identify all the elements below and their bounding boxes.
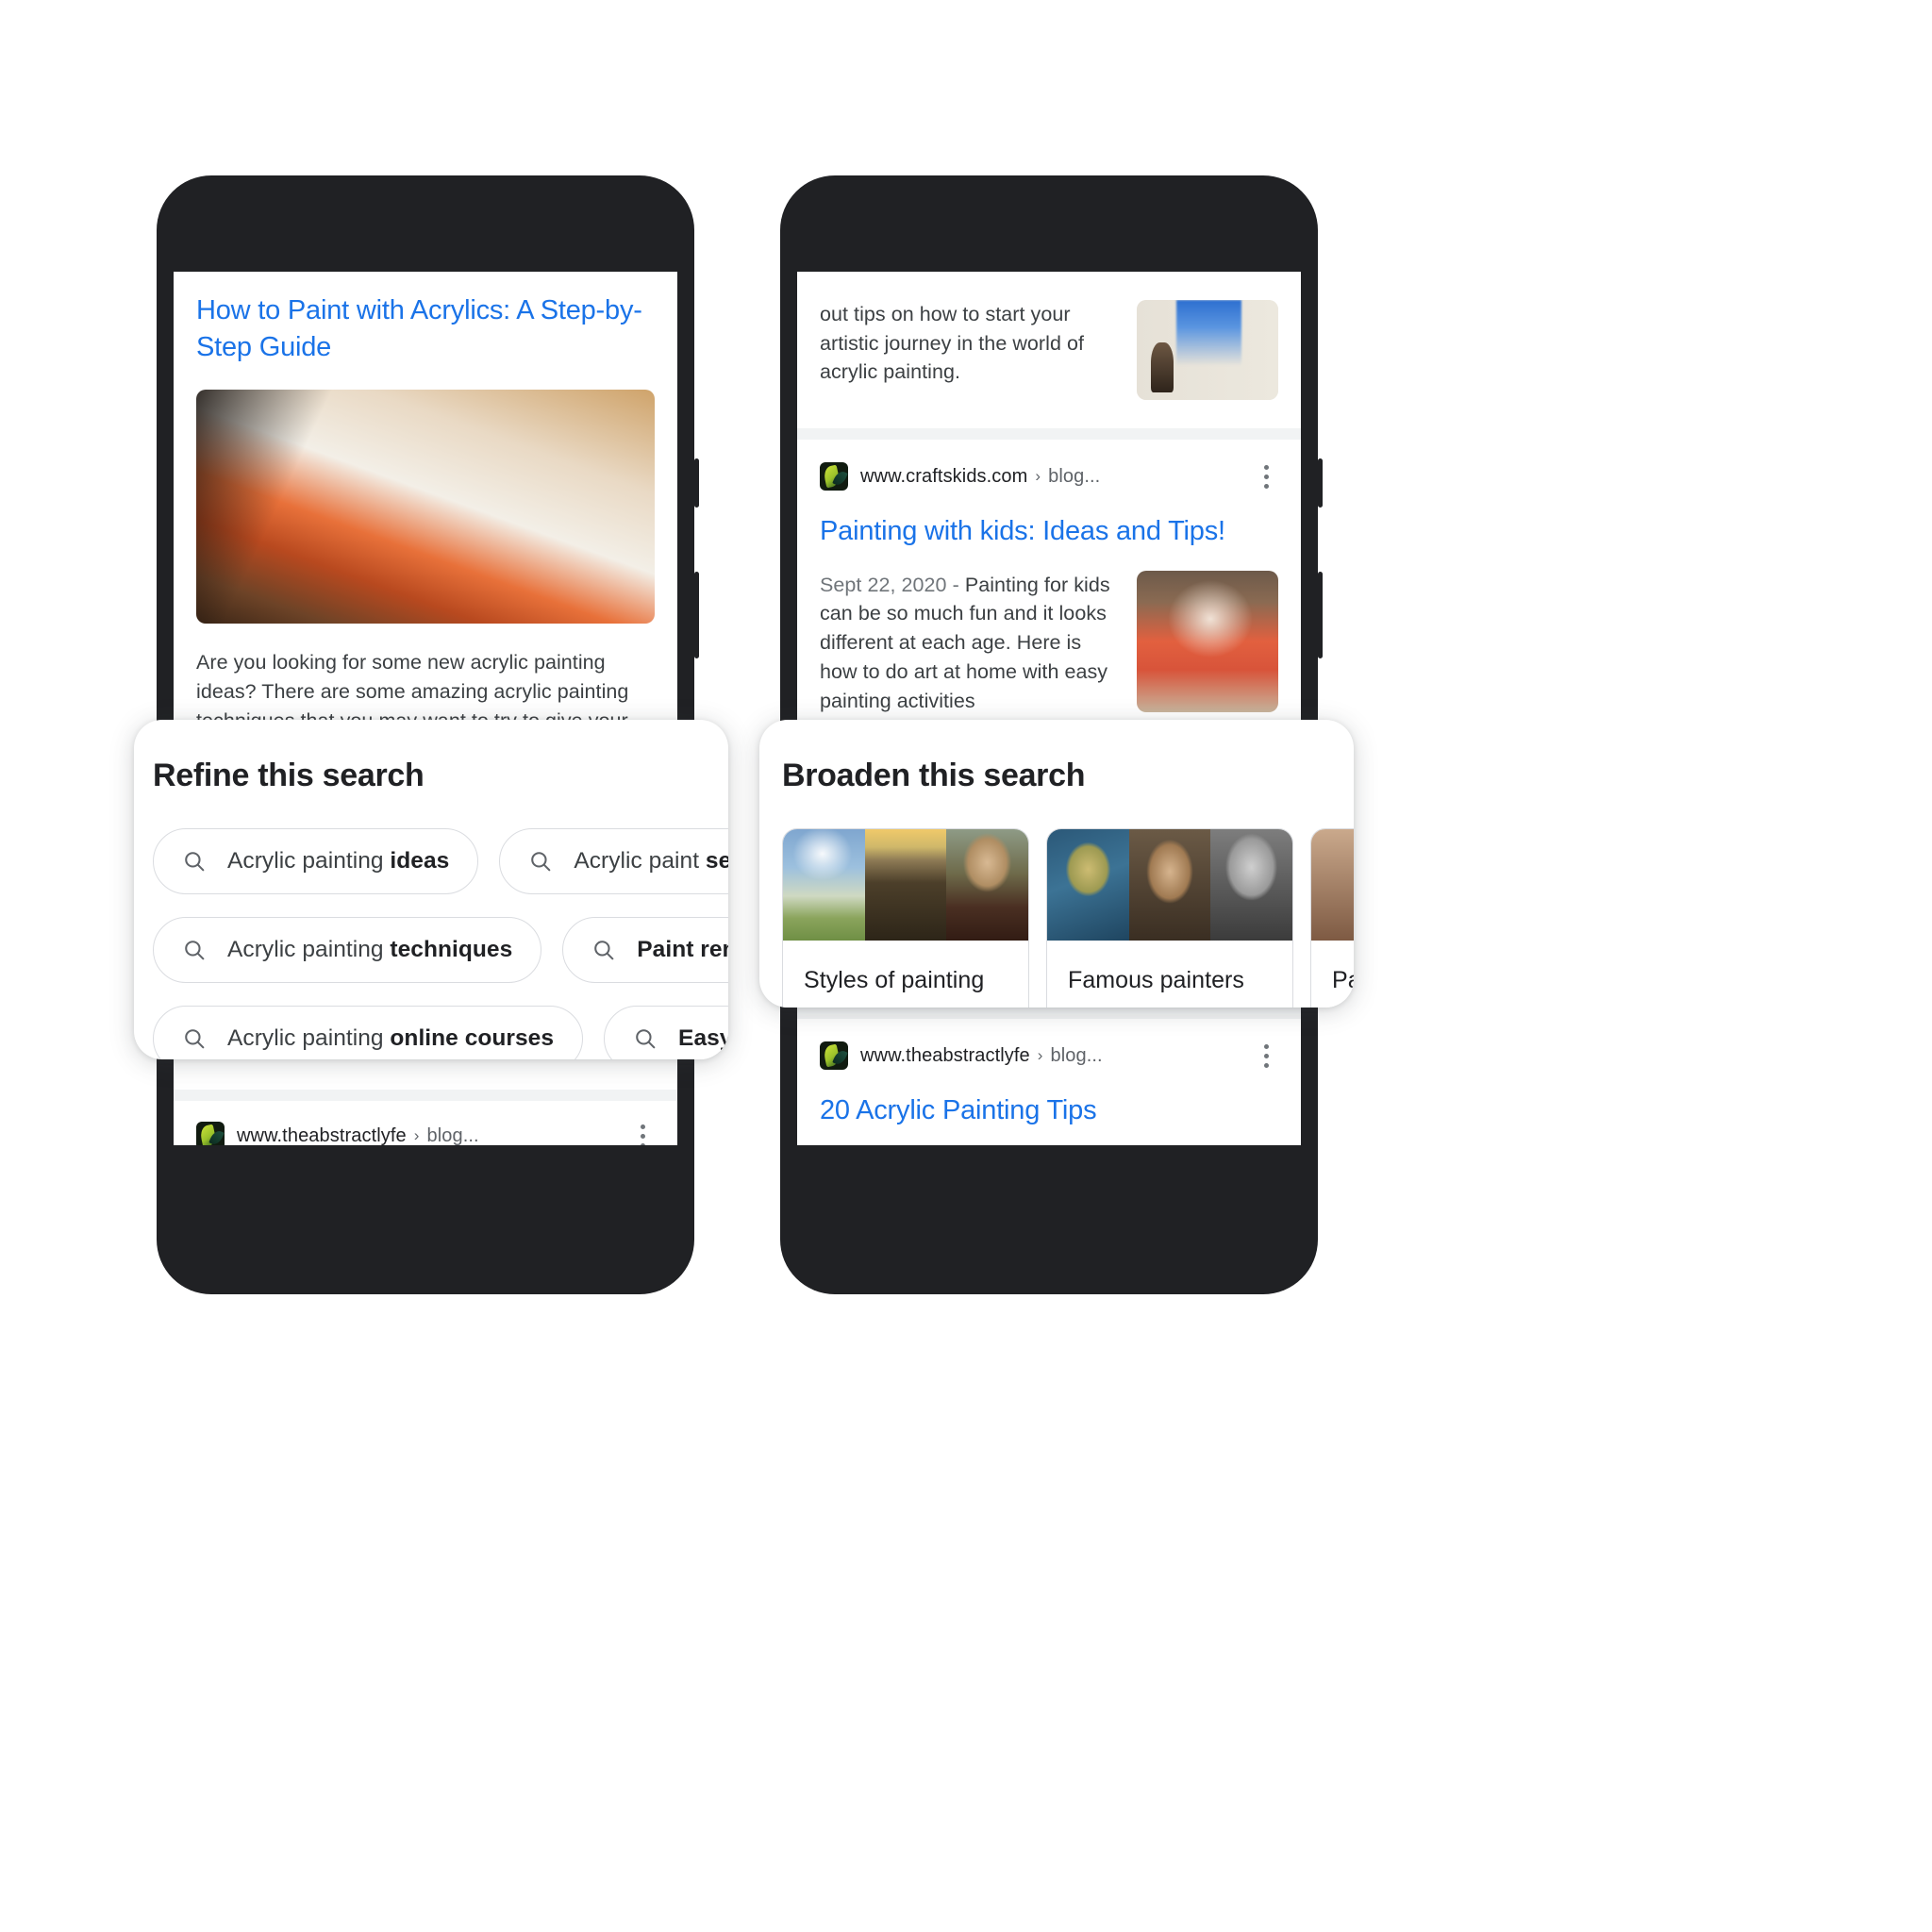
search-result-20-tips-right[interactable]: www.theabstractlyfe › blog... 20 Acrylic…	[797, 1019, 1301, 1145]
refine-chip-list: Acrylic painting ideas Acrylic paint set…	[134, 828, 728, 1059]
search-icon	[185, 852, 205, 872]
result-body: Sept 22, 2020 - Painting for kids can be…	[820, 570, 1278, 716]
child-painting-photo	[1137, 570, 1278, 712]
result-title-link[interactable]: Painting with kids: Ideas and Tips!	[820, 513, 1278, 550]
result-url: www.craftskids.com	[860, 465, 1028, 487]
dali-persistence-of-memory	[864, 829, 947, 941]
more-options-icon[interactable]	[1254, 463, 1278, 490]
paint-drip-wall-photo	[1137, 300, 1278, 400]
result-title-link[interactable]: 20 Acrylic Painting Tips	[820, 1092, 1278, 1129]
chip-label: Paint remo	[637, 937, 728, 962]
phone-volume-button	[1318, 572, 1323, 658]
breadcrumb-chevron-icon: ›	[1035, 467, 1041, 485]
phone-volume-button	[694, 572, 699, 658]
search-result-partial-top[interactable]: out tips on how to start your artistic j…	[797, 272, 1301, 400]
refine-chip-acrylic-painting-ideas[interactable]: Acrylic painting ideas	[153, 828, 479, 894]
result-breadcrumb: blog...	[426, 1124, 479, 1145]
more-options-icon[interactable]	[630, 1123, 655, 1145]
mona-lisa	[946, 829, 1028, 941]
panel-title: Refine this search	[153, 758, 425, 793]
result-date: Sept 22, 2020	[820, 573, 947, 596]
broaden-this-search-panel: Broaden this search Styles of painting F…	[759, 720, 1354, 1008]
chip-label: Easy ac	[678, 1025, 728, 1051]
card-thumbnail-strip	[1311, 829, 1354, 941]
search-icon	[531, 852, 551, 872]
refine-chip-acrylic-painting-online-courses[interactable]: Acrylic painting online courses	[153, 1006, 584, 1059]
chip-row: Acrylic painting techniques Paint remo	[153, 917, 728, 983]
result-thumbnail-paintbrush[interactable]	[196, 390, 655, 625]
search-icon	[185, 941, 205, 960]
chip-label: Acrylic paint sets	[574, 848, 728, 874]
search-result-acrylics-guide[interactable]: How to Paint with Acrylics: A Step-by-St…	[174, 272, 677, 735]
chip-label: Acrylic painting techniques	[227, 937, 513, 962]
broaden-card-styles-of-painting[interactable]: Styles of painting	[782, 828, 1029, 1008]
chip-row: Acrylic painting ideas Acrylic paint set…	[153, 828, 728, 894]
results-divider	[797, 428, 1301, 440]
result-thumbnail-paint-drip[interactable]	[1137, 300, 1278, 400]
phone-screen-right: out tips on how to start your artistic j…	[797, 272, 1301, 1145]
result-breadcrumb: blog...	[1048, 465, 1101, 487]
craftskids-favicon	[820, 462, 848, 491]
monet-woman-with-parasol	[783, 829, 865, 941]
card-label: Pai	[1332, 967, 1354, 993]
broaden-card-painting-partial[interactable]: Pai	[1310, 828, 1354, 1008]
picasso-portrait	[1210, 829, 1292, 941]
theabstractlyfe-favicon	[196, 1122, 225, 1145]
screenshot-stage: How to Paint with Acrylics: A Step-by-St…	[0, 0, 1932, 1932]
refine-chip-easy-acrylic[interactable]: Easy ac	[604, 1006, 728, 1059]
more-options-icon[interactable]	[1254, 1042, 1278, 1069]
search-icon	[636, 1029, 656, 1049]
chip-label: Acrylic painting ideas	[227, 848, 450, 874]
result-breadcrumb: blog...	[1050, 1044, 1103, 1066]
breadcrumb-chevron-icon: ›	[413, 1126, 420, 1145]
search-result-20-tips-left[interactable]: www.theabstractlyfe › blog... 20 Acrylic…	[174, 1101, 677, 1145]
van-gogh-self-portrait	[1047, 829, 1129, 941]
phone-side-button	[1318, 458, 1323, 508]
refine-this-search-panel: Refine this search Acrylic painting idea…	[134, 720, 728, 1059]
result-url: www.theabstractlyfe	[237, 1124, 407, 1145]
card-label: Styles of painting	[804, 967, 985, 993]
chip-row: Acrylic painting online courses Easy ac	[153, 1006, 728, 1059]
result-source-line[interactable]: www.craftskids.com › blog...	[820, 462, 1278, 491]
broaden-card-famous-painters[interactable]: Famous painters	[1046, 828, 1293, 1008]
search-icon	[185, 1029, 205, 1049]
result-source-line[interactable]: www.theabstractlyfe › blog...	[196, 1122, 655, 1145]
dali-portrait	[1128, 829, 1211, 941]
result-source-line[interactable]: www.theabstractlyfe › blog...	[820, 1041, 1278, 1071]
theabstractlyfe-favicon	[820, 1041, 848, 1071]
search-result-craftskids[interactable]: www.craftskids.com › blog... Painting wi…	[797, 440, 1301, 715]
face-painting-photo	[1311, 829, 1354, 941]
paintbrush-on-palette-photo	[196, 390, 655, 625]
card-label: Famous painters	[1068, 967, 1244, 993]
panel-title: Broaden this search	[782, 758, 1086, 793]
refine-chip-acrylic-painting-techniques[interactable]: Acrylic painting techniques	[153, 917, 542, 983]
result-snippet: out tips on how to start your artistic j…	[820, 303, 1085, 384]
breadcrumb-chevron-icon: ›	[1037, 1046, 1043, 1065]
results-divider	[797, 1008, 1301, 1020]
phone-side-button	[694, 458, 699, 508]
card-thumbnail-strip	[1047, 829, 1292, 941]
chip-label: Acrylic painting online courses	[227, 1025, 555, 1051]
result-snippet: Sept 22, 2020 - Painting for kids can be…	[820, 573, 1110, 712]
result-title-link[interactable]: How to Paint with Acrylics: A Step-by-St…	[196, 292, 655, 365]
card-thumbnail-strip	[783, 829, 1028, 941]
broaden-card-list: Styles of painting Famous painters Pai	[759, 828, 1354, 1008]
result-thumbnail-child-painting[interactable]	[1137, 570, 1278, 712]
result-url: www.theabstractlyfe	[860, 1044, 1030, 1066]
search-icon	[594, 941, 614, 960]
refine-chip-paint-remover[interactable]: Paint remo	[562, 917, 728, 983]
results-divider	[174, 1090, 677, 1102]
refine-chip-acrylic-paint-sets[interactable]: Acrylic paint sets	[499, 828, 728, 894]
